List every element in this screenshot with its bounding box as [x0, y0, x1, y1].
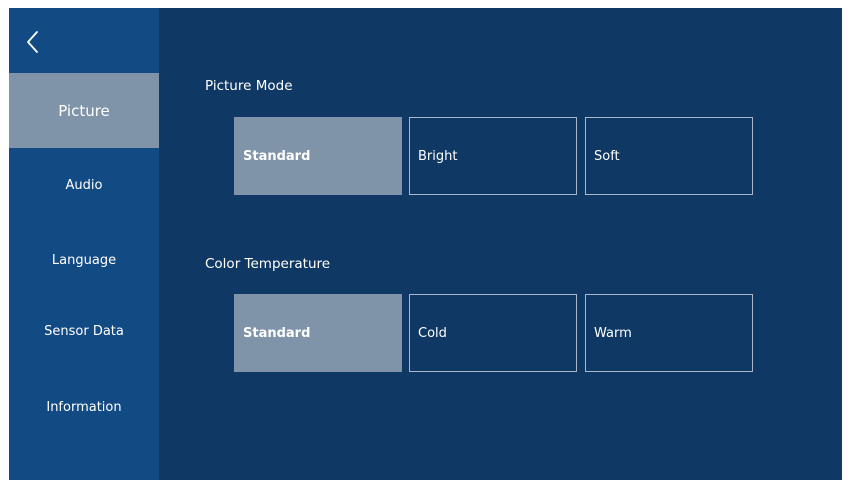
- settings-screen: Picture Audio Language Sensor Data Infor…: [9, 8, 842, 480]
- sidebar-item-sensor-data[interactable]: Sensor Data: [9, 294, 159, 369]
- color-temperature-option-standard[interactable]: Standard: [234, 294, 402, 372]
- sidebar-item-label: Language: [51, 253, 117, 268]
- chevron-left-icon: [27, 31, 38, 53]
- option-label: Standard: [243, 325, 311, 341]
- option-label: Warm: [594, 325, 632, 341]
- picture-mode-option-bright[interactable]: Bright: [409, 117, 577, 195]
- picture-mode-option-soft[interactable]: Soft: [585, 117, 753, 195]
- option-label: Bright: [418, 148, 458, 164]
- sidebar: Picture Audio Language Sensor Data Infor…: [9, 8, 159, 480]
- sidebar-item-audio[interactable]: Audio: [9, 148, 159, 223]
- back-button[interactable]: [19, 26, 47, 58]
- sidebar-item-information[interactable]: Information: [9, 370, 159, 445]
- color-temperature-option-warm[interactable]: Warm: [585, 294, 753, 372]
- option-label: Cold: [418, 325, 447, 341]
- picture-mode-label: Picture Mode: [205, 78, 293, 94]
- color-temperature-option-cold[interactable]: Cold: [409, 294, 577, 372]
- picture-mode-option-standard[interactable]: Standard: [234, 117, 402, 195]
- sidebar-item-label: Information: [46, 400, 122, 415]
- sidebar-item-label: Picture: [58, 101, 110, 120]
- color-temperature-label: Color Temperature: [205, 256, 331, 272]
- sidebar-item-language[interactable]: Language: [9, 223, 159, 298]
- sidebar-item-picture[interactable]: Picture: [9, 73, 159, 148]
- sidebar-item-label: Sensor Data: [44, 324, 124, 339]
- option-label: Soft: [594, 148, 620, 164]
- sidebar-item-label: Audio: [65, 178, 103, 193]
- option-label: Standard: [243, 148, 311, 164]
